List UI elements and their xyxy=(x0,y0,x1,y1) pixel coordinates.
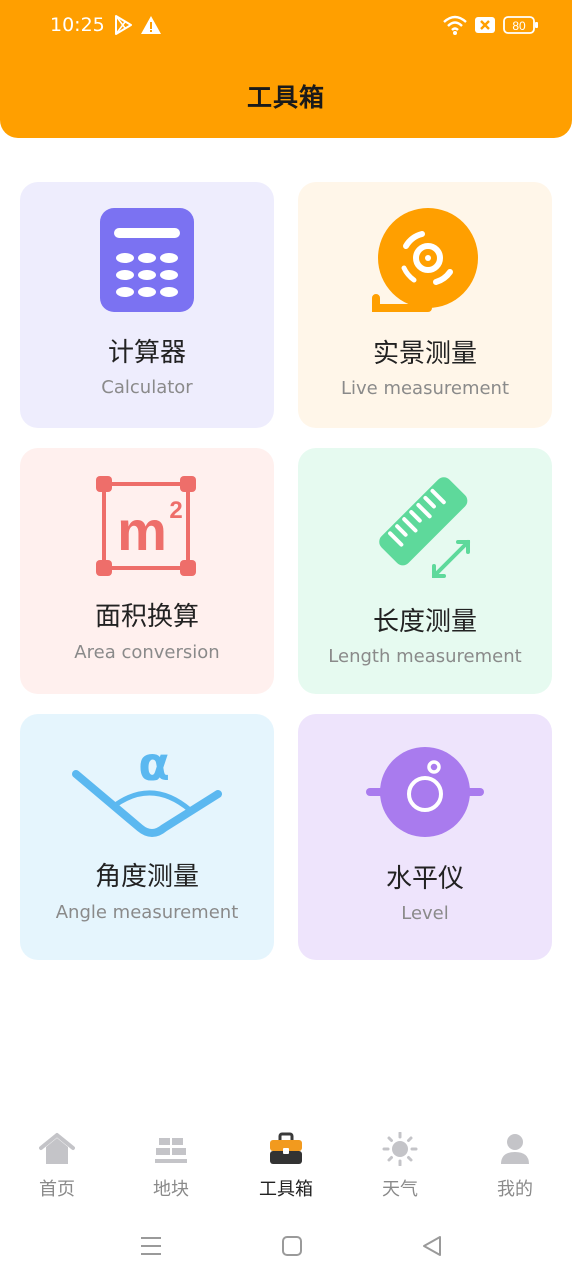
tape-measure-icon xyxy=(370,206,482,320)
tool-subtitle: Length measurement xyxy=(328,646,522,667)
no-sim-icon xyxy=(474,14,496,40)
tool-card-live-measurement[interactable]: 实景测量 Live measurement xyxy=(298,182,552,428)
tab-weather[interactable]: 天气 xyxy=(355,1126,445,1206)
play-store-icon xyxy=(112,14,134,40)
tool-name: 计算器 xyxy=(107,338,186,368)
menu-icon[interactable] xyxy=(137,1232,165,1260)
tab-profile[interactable]: 我的 xyxy=(470,1126,560,1206)
angle-icon: α xyxy=(70,737,226,844)
profile-icon xyxy=(497,1132,533,1166)
tool-name: 长度测量 xyxy=(372,607,477,637)
tab-label: 我的 xyxy=(497,1179,533,1200)
svg-text:2: 2 xyxy=(169,497,182,524)
tool-name: 实景测量 xyxy=(372,339,477,369)
home-square-icon[interactable] xyxy=(278,1232,306,1260)
tab-field[interactable]: 地块 xyxy=(126,1126,216,1206)
tool-subtitle: Live measurement xyxy=(340,378,510,399)
tool-card-length-measurement[interactable]: 长度测量 Length measurement xyxy=(298,448,552,694)
tool-card-area-conversion[interactable]: m 2 面积换算 Area conversion xyxy=(20,448,274,694)
tab-label: 地块 xyxy=(153,1179,189,1200)
wifi-icon xyxy=(442,14,468,40)
tool-name: 角度测量 xyxy=(94,862,199,892)
sun-icon xyxy=(382,1131,418,1167)
tool-subtitle: Angle measurement xyxy=(55,902,239,923)
tool-subtitle: Area conversion xyxy=(74,642,220,663)
tab-toolbox[interactable]: 工具箱 xyxy=(241,1126,331,1206)
level-icon xyxy=(364,742,486,846)
status-time: 10:25 xyxy=(50,14,105,36)
svg-text:α: α xyxy=(138,740,170,791)
app-header: 10:25 80 工具箱 xyxy=(0,0,572,138)
back-triangle-icon[interactable] xyxy=(418,1232,446,1260)
tool-name: 面积换算 xyxy=(94,602,199,632)
tool-subtitle: Calculator xyxy=(101,377,193,398)
area-m2-icon: m 2 xyxy=(94,474,200,582)
home-icon xyxy=(39,1132,75,1166)
tool-name: 水平仪 xyxy=(385,864,464,894)
tool-card-angle-measurement[interactable]: α 角度测量 Angle measurement xyxy=(20,714,274,960)
warning-icon xyxy=(140,14,162,40)
page-title: 工具箱 xyxy=(246,83,325,112)
toolbox-icon xyxy=(268,1132,304,1166)
svg-text:m: m xyxy=(117,499,167,562)
tool-card-calculator[interactable]: 计算器 Calculator xyxy=(20,182,274,428)
system-nav-bar xyxy=(0,1220,572,1270)
tool-subtitle: Level xyxy=(401,903,449,924)
tab-label: 首页 xyxy=(39,1179,75,1200)
battery-icon: 80 xyxy=(503,14,539,40)
battery-level: 80 xyxy=(512,19,526,33)
ruler-icon xyxy=(368,466,480,586)
tab-home[interactable]: 首页 xyxy=(12,1126,102,1206)
status-bar: 10:25 80 xyxy=(0,0,572,52)
tool-card-level[interactable]: 水平仪 Level xyxy=(298,714,552,960)
bottom-tab-bar: 首页 地块 工具箱 天气 我的 xyxy=(0,1126,572,1206)
tab-label: 天气 xyxy=(382,1179,418,1200)
field-icon xyxy=(153,1132,189,1166)
calculator-icon xyxy=(100,208,194,316)
tab-label: 工具箱 xyxy=(259,1179,313,1200)
